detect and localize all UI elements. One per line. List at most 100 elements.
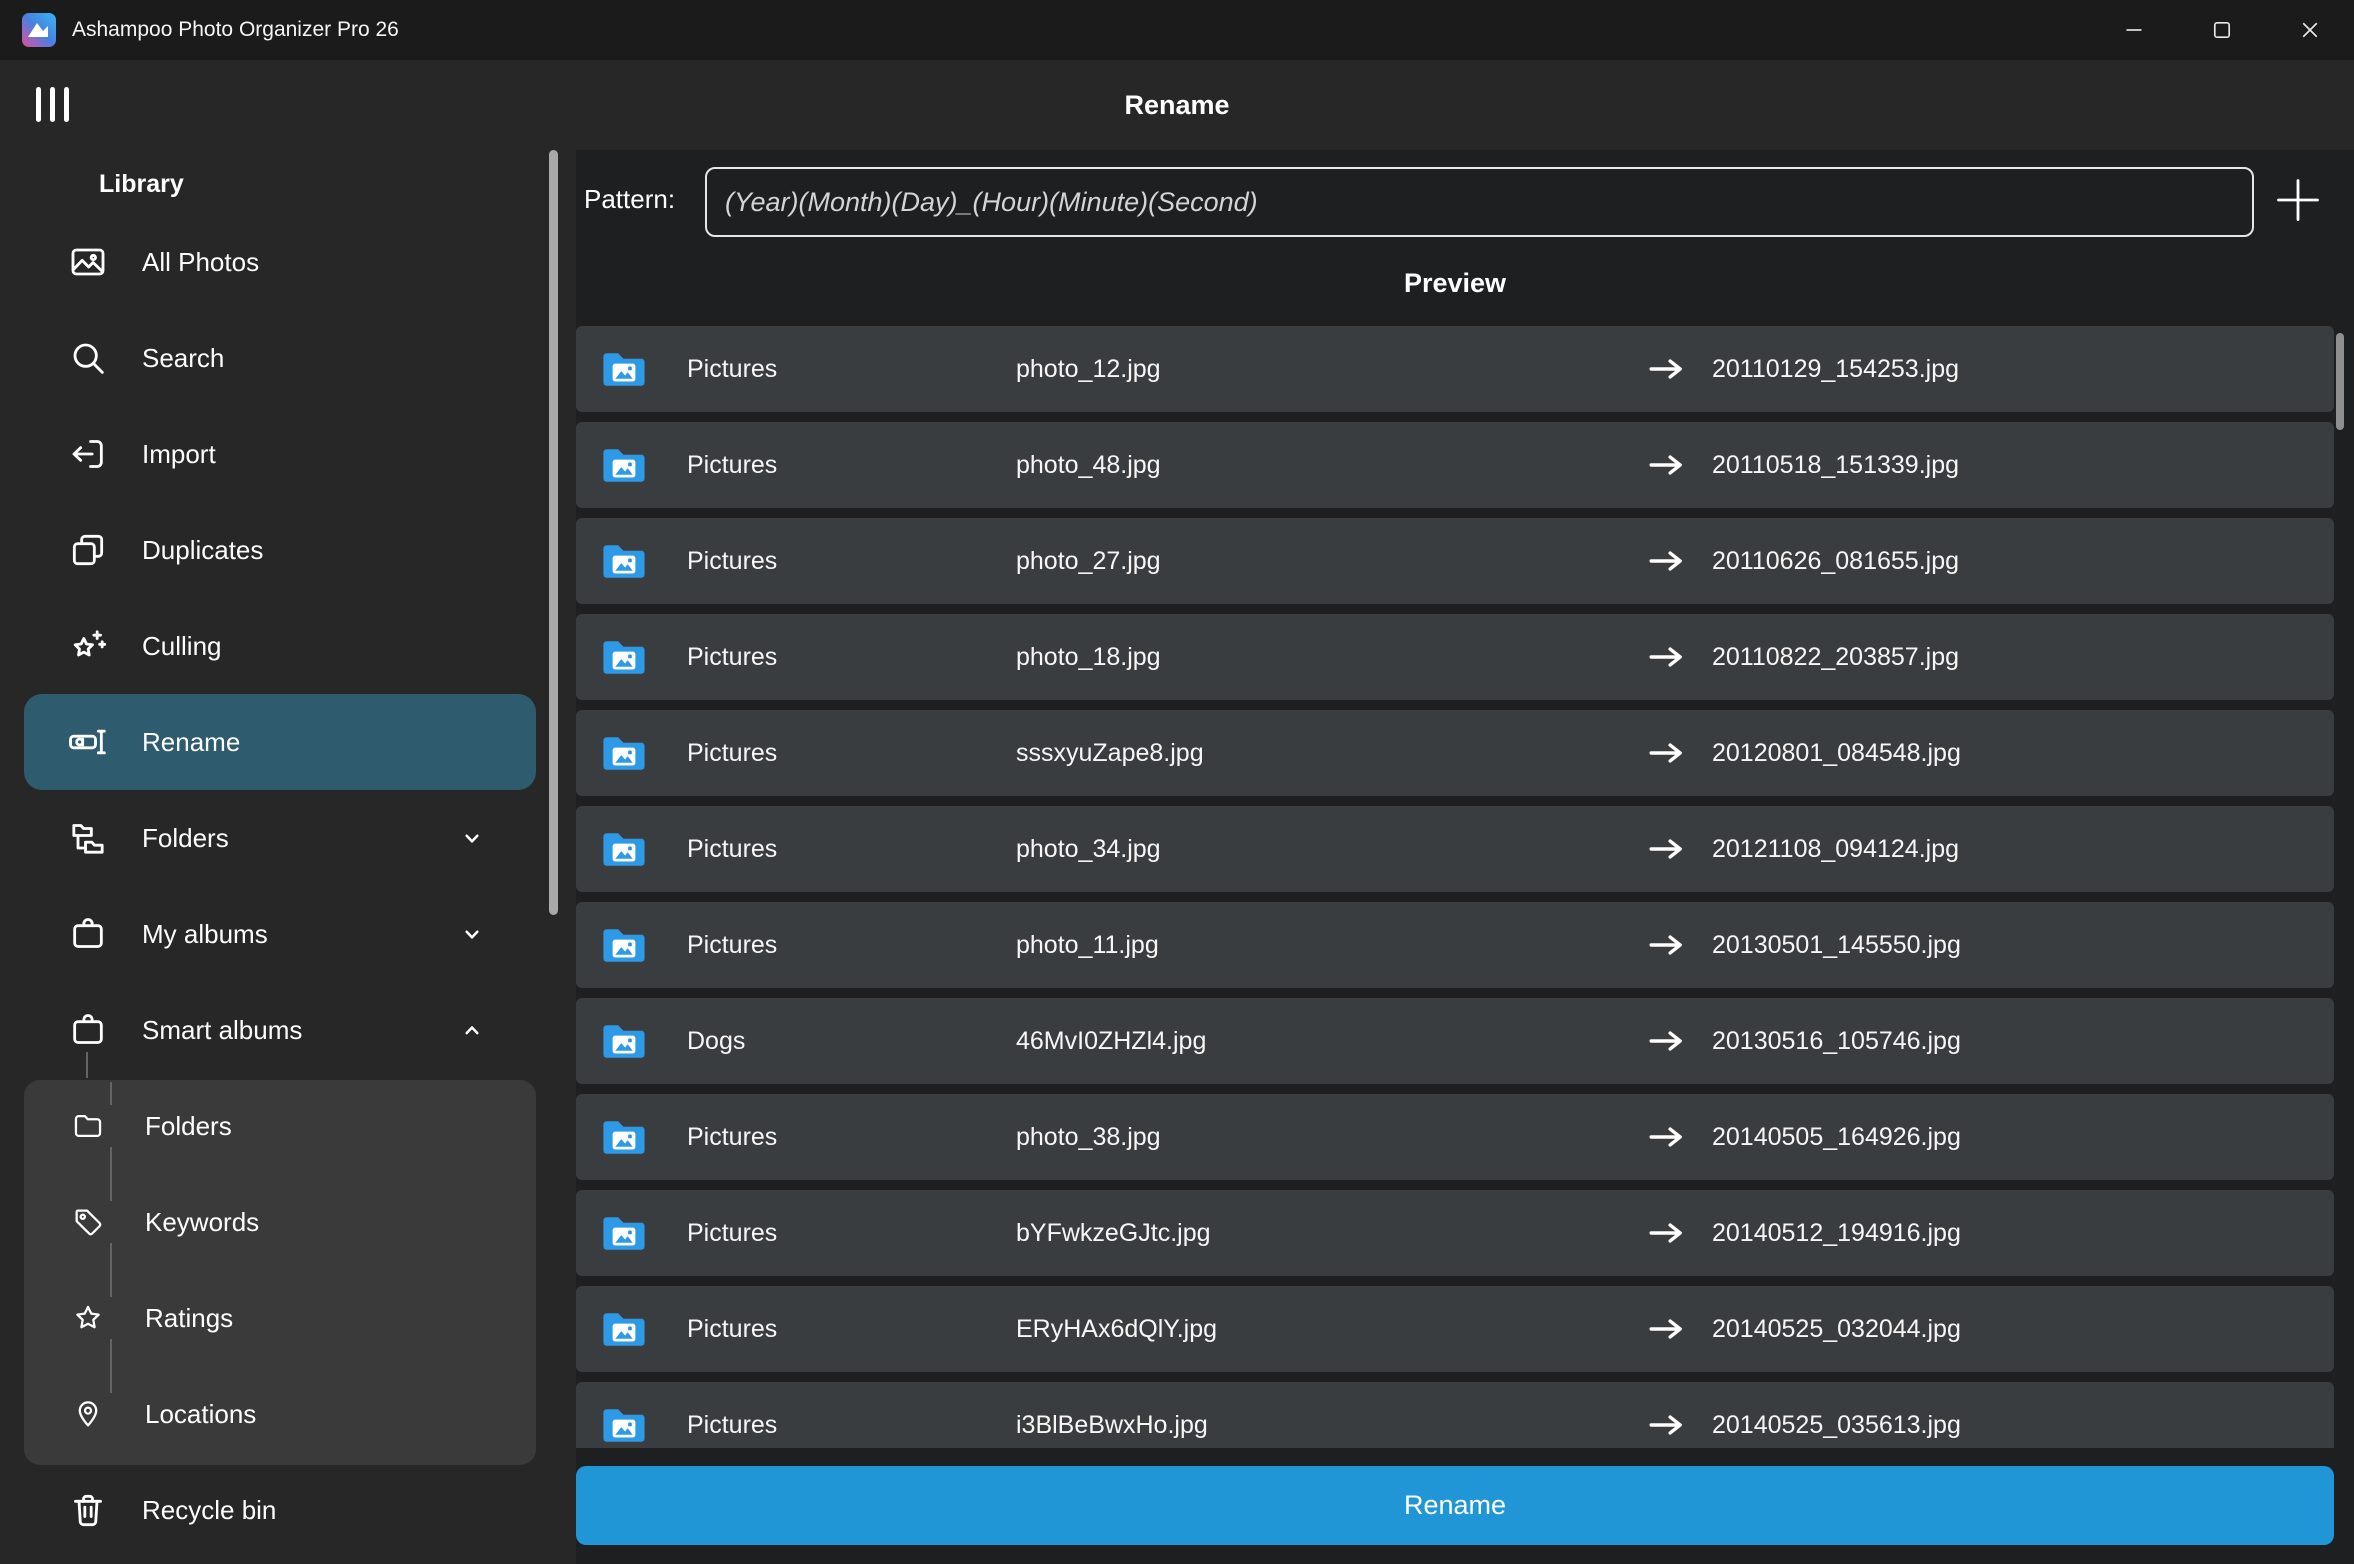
sidebar-item-label: Folders: [142, 823, 229, 854]
sidebar-item-all-photos[interactable]: All Photos: [24, 214, 536, 310]
add-pattern-button[interactable]: [2270, 173, 2326, 229]
sidebar-item-label: Duplicates: [142, 535, 263, 566]
app-title: Ashampoo Photo Organizer Pro 26: [72, 18, 399, 42]
arrow-right-icon: [1648, 740, 1686, 766]
row-new-name: 20110626_081655.jpg: [1712, 547, 1959, 576]
row-original-name: 46MvI0ZHZl4.jpg: [1016, 1027, 1206, 1056]
row-new-name: 20110822_203857.jpg: [1712, 643, 1959, 672]
row-original-name: ERyHAx6dQlY.jpg: [1016, 1315, 1217, 1344]
header: Rename: [0, 60, 2354, 150]
sidebar-subitem-label: Folders: [145, 1111, 232, 1142]
folder-image-icon: [598, 1207, 650, 1259]
sidebar-item-duplicates[interactable]: Duplicates: [24, 502, 536, 598]
folder-image-icon: [598, 1303, 650, 1355]
row-folder-name: Pictures: [687, 547, 777, 576]
folder-icon: [71, 1109, 105, 1143]
preview-row[interactable]: Pictures photo_34.jpg 20121108_094124.jp…: [576, 806, 2334, 892]
row-folder-name: Pictures: [687, 931, 777, 960]
window-controls: [2090, 0, 2354, 60]
pattern-input[interactable]: [705, 167, 2254, 237]
preview-scrollbar[interactable]: [2336, 333, 2344, 430]
sidebar-subitem-folders[interactable]: Folders: [24, 1078, 536, 1174]
albums-icon: [68, 914, 108, 954]
sidebar-item-my-albums[interactable]: My albums: [24, 886, 536, 982]
sidebar-item-smart-albums[interactable]: Smart albums: [24, 982, 536, 1078]
duplicates-icon: [68, 530, 108, 570]
sidebar-scrollbar[interactable]: [549, 150, 558, 915]
row-folder-name: Dogs: [687, 1027, 745, 1056]
sidebar-item-label: Import: [142, 439, 216, 470]
row-folder-name: Pictures: [687, 643, 777, 672]
row-original-name: photo_34.jpg: [1016, 835, 1161, 864]
import-icon: [68, 434, 108, 474]
folder-image-icon: [598, 727, 650, 779]
sidebar-item-rename[interactable]: Rename: [24, 694, 536, 790]
row-new-name: 20140525_032044.jpg: [1712, 1315, 1961, 1344]
preview-row[interactable]: Dogs 46MvI0ZHZl4.jpg 20130516_105746.jpg: [576, 998, 2334, 1084]
plus-icon: [2272, 174, 2324, 226]
row-new-name: 20130501_145550.jpg: [1712, 931, 1961, 960]
sidebar-item-culling[interactable]: Culling: [24, 598, 536, 694]
page-title: Rename: [0, 60, 2354, 150]
preview-row[interactable]: Pictures photo_48.jpg 20110518_151339.jp…: [576, 422, 2334, 508]
sidebar: Library All Photos Search Import Duplica…: [0, 150, 568, 1564]
preview-row[interactable]: Pictures sssxyuZape8.jpg 20120801_084548…: [576, 710, 2334, 796]
preview-row[interactable]: Pictures photo_18.jpg 20110822_203857.jp…: [576, 614, 2334, 700]
row-new-name: 20120801_084548.jpg: [1712, 739, 1961, 768]
arrow-right-icon: [1648, 452, 1686, 478]
sidebar-item-folders[interactable]: Folders: [24, 790, 536, 886]
folder-image-icon: [598, 1015, 650, 1067]
folder-image-icon: [598, 535, 650, 587]
tree-connector: [86, 1052, 88, 1078]
preview-row[interactable]: Pictures bYFwkzeGJtc.jpg 20140512_194916…: [576, 1190, 2334, 1276]
sidebar-item-label: Smart albums: [142, 1015, 302, 1046]
smart-albums-icon: [68, 1010, 108, 1050]
folder-image-icon: [598, 1399, 650, 1448]
close-button[interactable]: [2266, 0, 2354, 60]
star-icon: [71, 1301, 105, 1335]
chevron-up-icon: [456, 1014, 488, 1046]
folder-image-icon: [598, 439, 650, 491]
arrow-right-icon: [1648, 1028, 1686, 1054]
preview-row[interactable]: Pictures photo_12.jpg 20110129_154253.jp…: [576, 326, 2334, 412]
arrow-right-icon: [1648, 1220, 1686, 1246]
preview-row[interactable]: Pictures photo_11.jpg 20130501_145550.jp…: [576, 902, 2334, 988]
photos-icon: [68, 242, 108, 282]
preview-row[interactable]: Pictures photo_38.jpg 20140505_164926.jp…: [576, 1094, 2334, 1180]
sidebar-subitem-ratings[interactable]: Ratings: [24, 1270, 536, 1366]
sidebar-item-import[interactable]: Import: [24, 406, 536, 502]
preview-title: Preview: [576, 268, 2334, 299]
preview-list: Pictures photo_12.jpg 20110129_154253.jp…: [576, 326, 2334, 1448]
arrow-right-icon: [1648, 356, 1686, 382]
sidebar-item-recycle-bin[interactable]: Recycle bin: [24, 1462, 536, 1558]
sidebar-item-label: Culling: [142, 631, 222, 662]
minimize-button[interactable]: [2090, 0, 2178, 60]
folder-tree-icon: [68, 818, 108, 858]
row-folder-name: Pictures: [687, 1123, 777, 1152]
folder-image-icon: [598, 919, 650, 971]
trash-icon: [68, 1490, 108, 1530]
row-new-name: 20110129_154253.jpg: [1712, 355, 1959, 384]
close-icon: [2301, 21, 2319, 39]
row-original-name: bYFwkzeGJtc.jpg: [1016, 1219, 1211, 1248]
preview-row[interactable]: Pictures i3BlBeBwxHo.jpg 20140525_035613…: [576, 1382, 2334, 1448]
arrow-right-icon: [1648, 548, 1686, 574]
row-folder-name: Pictures: [687, 1315, 777, 1344]
row-original-name: photo_18.jpg: [1016, 643, 1161, 672]
row-new-name: 20121108_094124.jpg: [1712, 835, 1959, 864]
row-folder-name: Pictures: [687, 451, 777, 480]
sidebar-subitem-locations[interactable]: Locations: [24, 1366, 536, 1462]
sidebar-subitem-keywords[interactable]: Keywords: [24, 1174, 536, 1270]
arrow-right-icon: [1648, 1124, 1686, 1150]
folder-image-icon: [598, 343, 650, 395]
row-original-name: photo_27.jpg: [1016, 547, 1161, 576]
main-content: Pattern: Preview Pictures photo_12.jpg: [576, 150, 2354, 1564]
preview-row[interactable]: Pictures photo_27.jpg 20110626_081655.jp…: [576, 518, 2334, 604]
preview-row[interactable]: Pictures ERyHAx6dQlY.jpg 20140525_032044…: [576, 1286, 2334, 1372]
arrow-right-icon: [1648, 1412, 1686, 1438]
rename-button[interactable]: Rename: [576, 1466, 2334, 1545]
sidebar-item-search[interactable]: Search: [24, 310, 536, 406]
maximize-button[interactable]: [2178, 0, 2266, 60]
arrow-right-icon: [1648, 1316, 1686, 1342]
sidebar-item-label: All Photos: [142, 247, 259, 278]
